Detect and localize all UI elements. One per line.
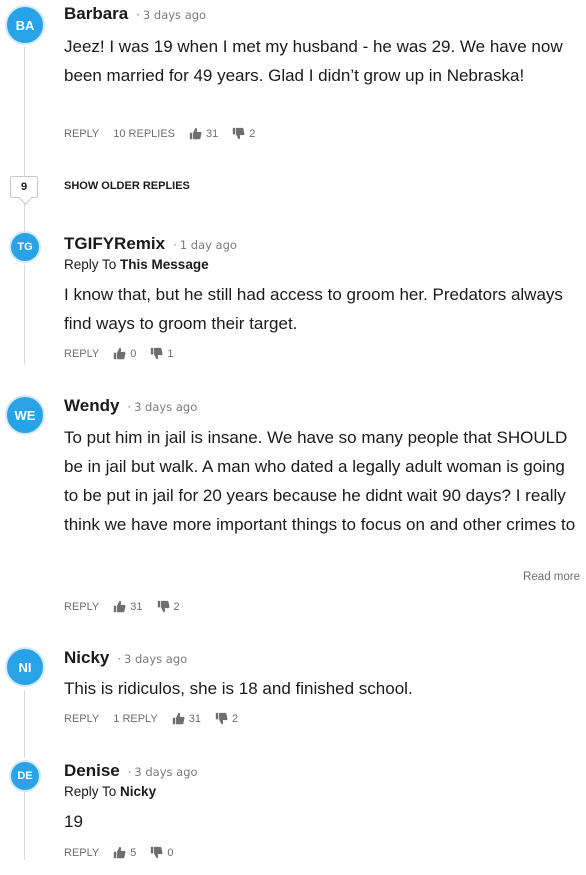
like-button[interactable]: 31 (172, 712, 201, 725)
thumbs-down-icon (151, 347, 163, 360)
reply-button[interactable]: REPLY (64, 128, 99, 140)
author-name[interactable]: TGIFYRemix (64, 234, 165, 254)
comment-body: Jeez! I was 19 when I met my husband - h… (64, 37, 563, 85)
author-name[interactable]: Nicky (64, 648, 109, 668)
comment: DE Denise 3 days ago Reply To Nicky 19 R… (0, 757, 586, 867)
reply-button[interactable]: REPLY (64, 348, 99, 360)
reply-to-prefix: Reply To (64, 784, 117, 799)
author-name[interactable]: Barbara (64, 4, 128, 24)
like-button[interactable]: 31 (189, 127, 218, 140)
avatar[interactable]: TG (9, 231, 41, 263)
like-count: 31 (206, 127, 219, 140)
thumbs-up-icon (172, 712, 185, 725)
like-button[interactable]: 31 (113, 600, 143, 613)
avatar[interactable]: WE (5, 395, 45, 435)
thumbs-down-icon (157, 600, 169, 613)
older-replies-count-badge: 9 (10, 176, 38, 198)
like-button[interactable]: 0 (113, 347, 136, 360)
like-count: 31 (130, 600, 143, 613)
comment-header: Denise 3 days ago (64, 761, 198, 781)
dislike-count: 1 (167, 347, 174, 360)
reply-button[interactable]: REPLY (64, 713, 99, 725)
reply-to-target[interactable]: Nicky (120, 784, 156, 799)
timestamp: 3 days ago (127, 400, 197, 414)
read-more-link[interactable]: Read more (523, 571, 580, 583)
thumbs-down-icon (215, 712, 228, 725)
dislike-button[interactable]: 2 (157, 600, 180, 613)
reply-button[interactable]: REPLY (64, 601, 99, 613)
reply-to-target[interactable]: This Message (120, 257, 209, 272)
timestamp: 1 day ago (173, 238, 237, 252)
thumbs-down-icon (233, 127, 245, 140)
comment: BA Barbara 3 days ago Jeez! I was 19 whe… (0, 0, 586, 160)
avatar[interactable]: NI (5, 647, 45, 687)
like-count: 31 (188, 712, 201, 725)
author-name[interactable]: Denise (64, 761, 120, 781)
comment-body: This is ridiculos, she is 18 and finishe… (64, 679, 413, 698)
comment-body: To put him in jail is insane. We have so… (64, 428, 576, 534)
like-count: 5 (130, 846, 137, 859)
author-name[interactable]: Wendy (64, 396, 119, 416)
dislike-count: 2 (173, 600, 180, 613)
comment-body: 19 (64, 812, 83, 831)
like-count: 0 (130, 347, 137, 360)
comment-actions: REPLY 0 1 (64, 347, 174, 360)
thumbs-down-icon (151, 846, 163, 859)
dislike-button[interactable]: 2 (215, 712, 238, 725)
reply-to-prefix: Reply To (64, 257, 117, 272)
thumbs-up-icon (189, 127, 202, 140)
replies-toggle[interactable]: 10 REPLIES (113, 128, 175, 140)
comment-actions: REPLY 31 2 (64, 600, 180, 613)
avatar[interactable]: BA (5, 5, 45, 45)
show-older-replies-button[interactable]: SHOW OLDER REPLIES (64, 180, 190, 192)
reply-to-line: Reply To This Message (64, 257, 209, 272)
like-button[interactable]: 5 (113, 846, 136, 859)
dislike-button[interactable]: 1 (150, 347, 174, 360)
comment-actions: REPLY 5 0 (64, 846, 174, 859)
comment-body: I know that, but he still had access to … (64, 285, 563, 333)
dislike-button[interactable]: 2 (232, 127, 255, 140)
comment: WE Wendy 3 days ago To put him in jail i… (0, 392, 586, 622)
thumbs-up-icon (114, 846, 126, 859)
comment: TG TGIFYRemix 1 day ago Reply To This Me… (0, 228, 586, 368)
thumbs-up-icon (114, 600, 126, 613)
timestamp: 3 days ago (136, 8, 206, 22)
comment-actions: REPLY 10 REPLIES 31 2 (64, 127, 255, 140)
reply-to-line: Reply To Nicky (64, 784, 156, 799)
show-older-replies-row: 9 SHOW OLDER REPLIES (0, 176, 586, 200)
thumbs-up-icon (114, 347, 126, 360)
dislike-count: 0 (167, 846, 174, 859)
comment: NI Nicky 3 days ago This is ridiculos, s… (0, 644, 586, 744)
comment-header: Nicky 3 days ago (64, 648, 187, 668)
comment-header: Barbara 3 days ago (64, 4, 206, 24)
comment-header: Wendy 3 days ago (64, 396, 197, 416)
dislike-count: 2 (249, 127, 256, 140)
comment-header: TGIFYRemix 1 day ago (64, 234, 237, 254)
comment-actions: REPLY 1 REPLY 31 2 (64, 712, 238, 725)
timestamp: 3 days ago (128, 765, 197, 779)
reply-button[interactable]: REPLY (64, 847, 99, 859)
dislike-button[interactable]: 0 (150, 846, 174, 859)
avatar[interactable]: DE (9, 760, 41, 792)
dislike-count: 2 (231, 712, 239, 725)
replies-toggle[interactable]: 1 REPLY (113, 713, 157, 725)
timestamp: 3 days ago (117, 652, 187, 666)
